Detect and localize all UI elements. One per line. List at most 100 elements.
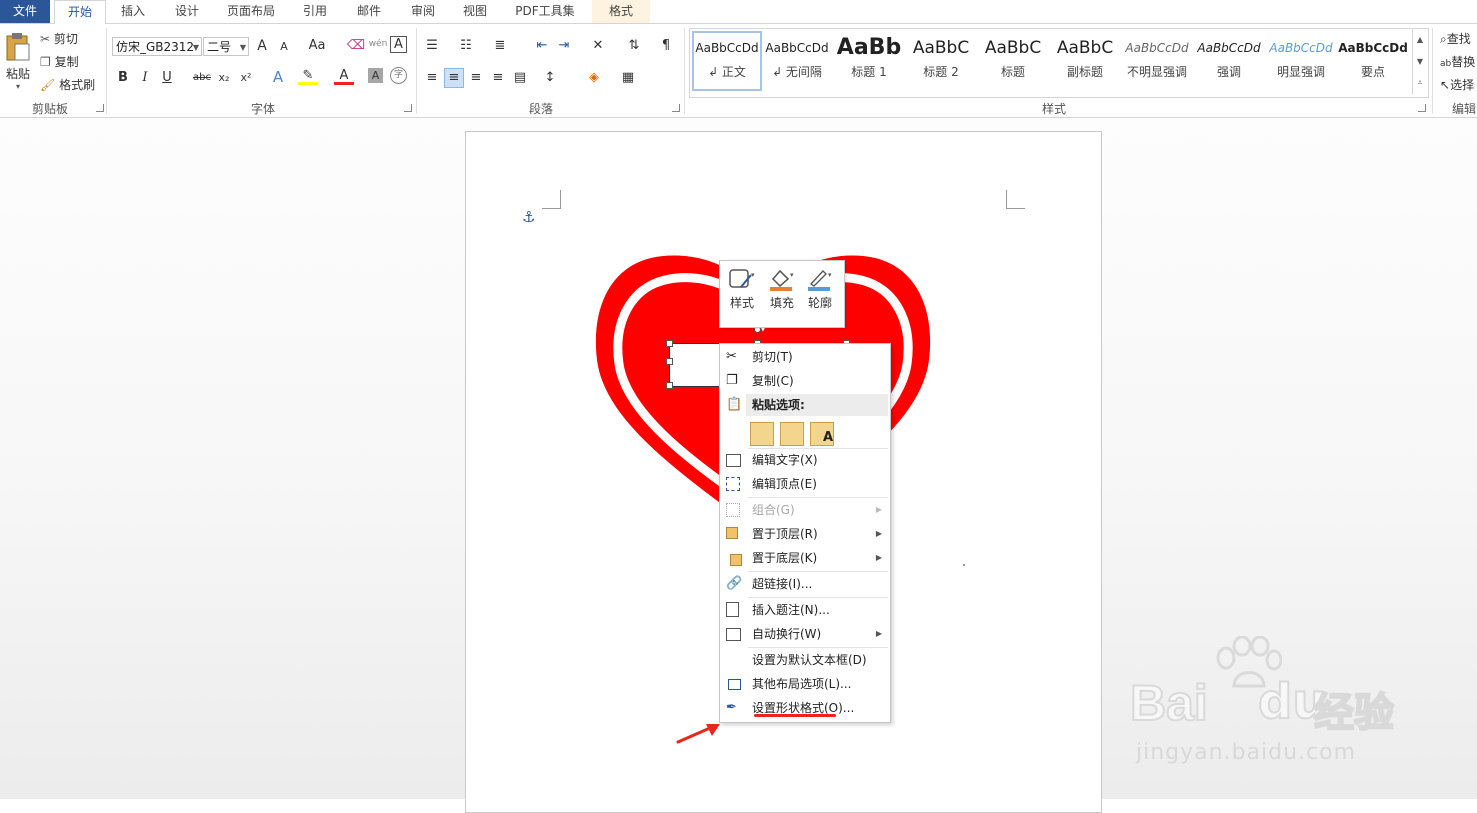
menu-item-more-layout[interactable]: 其他布局选项(L)...: [720, 673, 890, 695]
increase-indent-icon[interactable]: ⇥: [554, 36, 574, 56]
justify-icon[interactable]: ≡: [488, 68, 508, 88]
paste-merge-format-icon[interactable]: [780, 422, 804, 446]
show-marks-icon[interactable]: ¶: [656, 36, 676, 56]
tab-mailings[interactable]: 邮件: [344, 0, 394, 23]
align-left-icon[interactable]: ≡: [422, 68, 442, 88]
distributed-icon[interactable]: ▤: [510, 68, 530, 88]
menu-item-bring-to-front[interactable]: 置于顶层(R) ▶: [720, 523, 890, 545]
multilevel-list-icon[interactable]: ≣: [490, 36, 510, 56]
tab-page-layout[interactable]: 页面布局: [218, 0, 284, 23]
subscript-button[interactable]: x₂: [214, 68, 234, 88]
menu-item-set-default-textbox[interactable]: 设置为默认文本框(D): [720, 649, 890, 671]
enclose-characters-button[interactable]: 字: [390, 67, 407, 84]
format-painter-button[interactable]: 🖌 格式刷: [40, 76, 95, 93]
tab-home[interactable]: 开始: [54, 0, 106, 25]
gallery-scroll[interactable]: ▲ ▼ ⩡: [1412, 29, 1427, 95]
character-shading-button[interactable]: A: [368, 68, 383, 83]
strikethrough-button[interactable]: abc: [190, 68, 214, 88]
font-size-combo[interactable]: 二号 ▼: [203, 37, 249, 56]
style-no-spacing[interactable]: AaBbCcDd ↲ 无间隔: [762, 33, 832, 89]
menu-item-edit-text[interactable]: 编辑文字(X): [720, 449, 890, 471]
shape-outline-label: 轮廓: [807, 296, 832, 310]
shading-icon[interactable]: ◈: [584, 68, 604, 88]
italic-button[interactable]: I: [135, 68, 155, 88]
shape-outline-button[interactable]: ▾ 轮廓: [802, 267, 838, 311]
decrease-indent-icon[interactable]: ⇤: [532, 36, 552, 56]
sort-icon[interactable]: ⇅: [624, 36, 644, 56]
superscript-button[interactable]: x²: [236, 68, 256, 88]
change-case-button[interactable]: Aa: [304, 36, 330, 56]
dialog-launcher-icon[interactable]: [672, 104, 680, 112]
bold-button[interactable]: B: [113, 68, 133, 88]
character-border-button[interactable]: A: [390, 36, 407, 53]
menu-item-group[interactable]: 组合(G) ▶: [720, 499, 890, 521]
font-color-button[interactable]: A: [334, 66, 354, 86]
borders-icon[interactable]: ▦: [618, 68, 638, 88]
style-intense-emphasis[interactable]: AaBbCcDd 明显强调: [1266, 33, 1336, 89]
chevron-down-icon[interactable]: ▾: [4, 82, 32, 91]
cut-button[interactable]: ✂ 剪切: [40, 30, 78, 47]
grow-font-button[interactable]: A: [252, 36, 272, 56]
style-normal[interactable]: AaBbCcDd ↲ 正文: [692, 31, 762, 91]
tab-format[interactable]: 格式: [592, 0, 650, 23]
highlight-button[interactable]: ✎: [298, 66, 318, 86]
resize-handle[interactable]: [666, 358, 673, 365]
phonetic-guide-button[interactable]: wén: [368, 34, 388, 54]
copy-button[interactable]: ❐ 复制: [40, 53, 79, 70]
tab-view[interactable]: 视图: [452, 0, 498, 23]
gallery-more-icon[interactable]: ⩡: [1413, 73, 1427, 93]
menu-item-send-to-back[interactable]: 置于底层(K) ▶: [720, 547, 890, 569]
tab-pdf-tools[interactable]: PDF工具集: [504, 0, 586, 23]
numbering-icon[interactable]: ☷: [456, 36, 476, 56]
menu-item-hyperlink[interactable]: 🔗 超链接(I)...: [720, 573, 890, 595]
style-subtle-emphasis[interactable]: AaBbCcDd 不明显强调: [1122, 33, 1192, 89]
find-button[interactable]: ⌕查找: [1440, 30, 1471, 47]
style-emphasis[interactable]: AaBbCcDd 强调: [1194, 33, 1264, 89]
dialog-launcher-icon[interactable]: [404, 104, 412, 112]
menu-item-wrap-text[interactable]: 自动换行(W) ▶: [720, 623, 890, 645]
menu-item-copy[interactable]: ❐ 复制(C): [720, 370, 890, 392]
chevron-up-icon[interactable]: ▲: [1413, 29, 1427, 51]
underline-button[interactable]: U: [157, 68, 177, 88]
menu-item-edit-points[interactable]: 编辑顶点(E): [720, 473, 890, 495]
clear-format-icon[interactable]: ⌫: [346, 36, 366, 56]
paste-button[interactable]: 粘贴 ▾: [4, 32, 32, 91]
style-strong[interactable]: AaBbCcDd 要点: [1338, 33, 1408, 89]
paste-keep-source-icon[interactable]: [750, 422, 774, 446]
menu-item-cut[interactable]: ✂ 剪切(T): [720, 346, 890, 368]
resize-handle[interactable]: [666, 382, 673, 389]
resize-handle[interactable]: [666, 340, 673, 347]
asian-layout-icon[interactable]: ✕: [588, 36, 608, 56]
menu-item-insert-caption[interactable]: 插入题注(N)...: [720, 599, 890, 621]
style-heading-1[interactable]: AaBb 标题 1: [834, 33, 904, 89]
bring-front-icon: [726, 527, 738, 539]
align-center-icon[interactable]: ≡: [444, 68, 464, 88]
tab-review[interactable]: 审阅: [398, 0, 448, 23]
chevron-down-icon[interactable]: ▼: [1413, 51, 1427, 73]
style-subtitle[interactable]: AaBbC 副标题: [1050, 33, 1120, 89]
watermark: Bai du 经验 jingyan.baidu.com: [1129, 636, 1400, 770]
tab-file[interactable]: 文件: [0, 0, 50, 23]
shape-fill-button[interactable]: ▾ 填充: [764, 267, 800, 311]
style-name: 标题: [1000, 65, 1025, 79]
tab-design[interactable]: 设计: [162, 0, 212, 23]
shape-style-button[interactable]: ▾ 样式: [724, 267, 760, 311]
text-effects-button[interactable]: A: [268, 67, 288, 87]
align-right-icon[interactable]: ≡: [466, 68, 486, 88]
replace-button[interactable]: ab替换: [1440, 53, 1475, 70]
bullets-icon[interactable]: ☰: [422, 36, 442, 56]
tab-insert[interactable]: 插入: [108, 0, 158, 23]
shrink-font-button[interactable]: A: [274, 37, 294, 57]
tab-references[interactable]: 引用: [290, 0, 340, 23]
anchor-icon: ⚓: [522, 208, 536, 226]
style-heading-2[interactable]: AaBbC 标题 2: [906, 33, 976, 89]
clipboard-icon: 📋: [726, 397, 743, 412]
font-name-combo[interactable]: 仿宋_GB2312 ▼: [112, 37, 202, 56]
font-color-label: A: [339, 68, 349, 83]
dialog-launcher-icon[interactable]: [96, 104, 104, 112]
style-title[interactable]: AaBbC 标题: [978, 33, 1048, 89]
paste-text-only-icon[interactable]: A: [810, 422, 834, 446]
select-button[interactable]: ↖选择: [1440, 76, 1474, 93]
dialog-launcher-icon[interactable]: [1418, 104, 1426, 112]
line-spacing-icon[interactable]: ↕: [540, 68, 560, 88]
